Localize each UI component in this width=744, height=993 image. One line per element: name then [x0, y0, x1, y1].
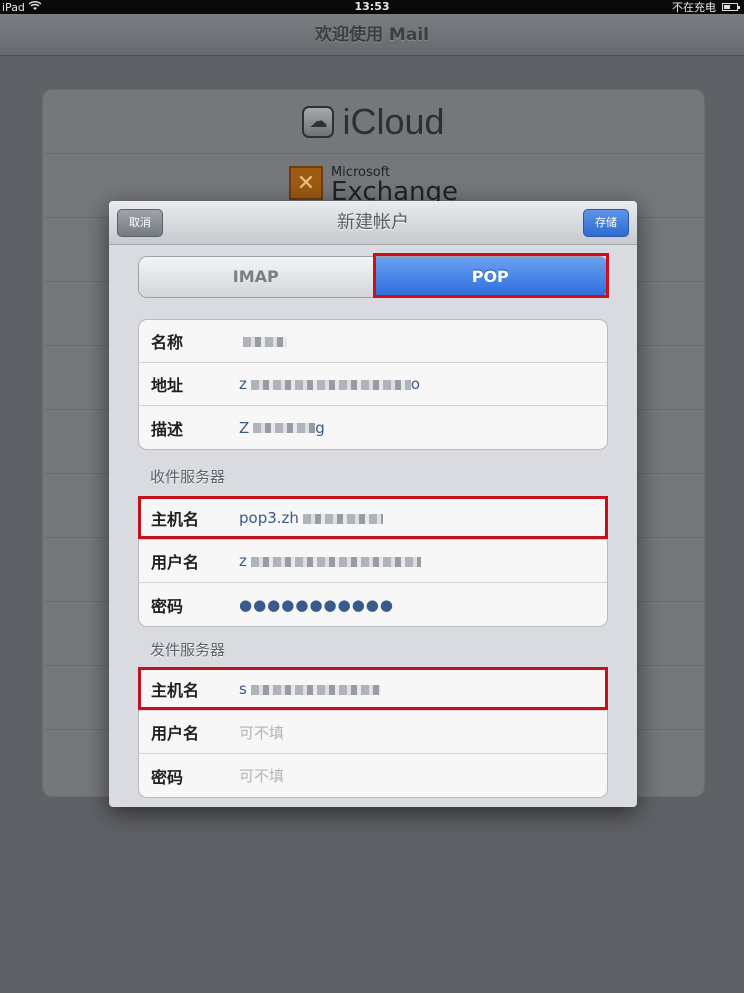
incoming-username-field[interactable]: z	[239, 552, 421, 570]
outgoing-password-label: 密码	[151, 767, 184, 787]
incoming-server-header: 收件服务器	[150, 468, 226, 486]
name-field[interactable]	[239, 332, 287, 350]
outgoing-password-field[interactable]: 可不填	[239, 765, 284, 786]
redacted-text	[243, 336, 287, 347]
new-account-modal: 取消 新建帐户 存储 IMAP POP 名称 地址 zo 描述 Zg 收件服务器…	[109, 201, 637, 807]
save-button[interactable]: 存储	[583, 209, 629, 237]
outgoing-server-header: 发件服务器	[150, 641, 226, 659]
incoming-password-label: 密码	[151, 596, 184, 616]
outgoing-username-row[interactable]: 用户名 可不填	[139, 711, 607, 754]
address-label: 地址	[151, 376, 184, 395]
name-label: 名称	[151, 333, 184, 352]
incoming-password-row[interactable]: 密码 ●●●●●●●●●●●	[139, 583, 607, 626]
outgoing-host-highlight-box	[138, 667, 608, 710]
description-row[interactable]: 描述 Zg	[139, 406, 607, 449]
modal-nav-bar: 取消 新建帐户 存储	[109, 201, 637, 245]
address-field[interactable]: zo	[239, 375, 420, 393]
redacted-text	[253, 423, 316, 433]
charging-status: 不在充电	[672, 1, 716, 14]
background-nav-bar: 欢迎使用 Mail	[0, 14, 744, 56]
provider-icloud-label: iCloud	[342, 100, 445, 142]
description-value-start: Z	[239, 418, 250, 437]
status-bar: iPad 13:53 不在充电	[0, 0, 744, 14]
address-value-end: o	[410, 375, 421, 393]
outgoing-username-label: 用户名	[151, 724, 200, 743]
status-time: 13:53	[354, 0, 390, 13]
incoming-username-value: z	[239, 552, 247, 570]
battery-icon	[722, 3, 740, 11]
outgoing-password-row[interactable]: 密码 可不填	[139, 754, 607, 797]
exchange-icon: ✕	[288, 166, 323, 200]
modal-title: 新建帐户	[337, 212, 409, 233]
incoming-username-label: 用户名	[151, 553, 200, 572]
background-nav-title: 欢迎使用 Mail	[315, 25, 429, 45]
icloud-icon: ☁	[302, 105, 335, 138]
address-value-start: z	[239, 375, 247, 393]
pop-highlight-box	[373, 253, 609, 298]
incoming-host-highlight-box	[138, 496, 608, 539]
incoming-username-row[interactable]: 用户名 z	[139, 540, 607, 583]
provider-exchange-label: Microsoft Exchange	[331, 166, 458, 205]
address-row[interactable]: 地址 zo	[139, 363, 607, 406]
account-info-group: 名称 地址 zo 描述 Zg	[138, 319, 608, 450]
description-label: 描述	[151, 419, 184, 439]
outgoing-username-field[interactable]: 可不填	[239, 722, 284, 743]
description-field[interactable]: Zg	[239, 419, 325, 437]
status-right: 不在充电	[672, 0, 740, 14]
segment-imap[interactable]: IMAP	[139, 257, 374, 297]
redacted-text	[250, 379, 411, 390]
description-value-end: g	[315, 418, 325, 437]
provider-icloud[interactable]: ☁ iCloud	[43, 90, 704, 154]
redacted-text	[250, 556, 421, 567]
name-row[interactable]: 名称	[139, 320, 607, 363]
incoming-password-field[interactable]: ●●●●●●●●●●●	[239, 596, 394, 614]
